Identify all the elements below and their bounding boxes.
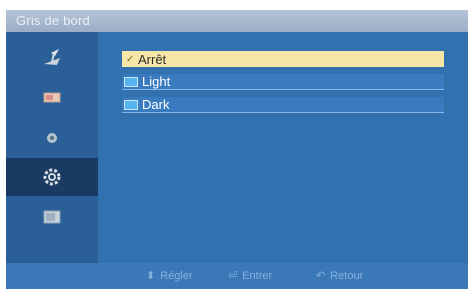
check-icon: ✓ xyxy=(126,53,135,65)
sidebar xyxy=(6,32,98,263)
osd-panel: Gris de bord ✓ Arrêt Light Dark ⬍ Régler… xyxy=(6,10,468,289)
sound-icon xyxy=(47,133,57,143)
updown-arrow-icon: ⬍ xyxy=(146,270,156,282)
hint-adjust: ⬍ Régler xyxy=(146,269,193,283)
sidebar-item-picture[interactable] xyxy=(6,78,98,116)
option-label: Dark xyxy=(142,97,170,112)
hint-label: Entrer xyxy=(242,269,273,282)
footer-hints: ⬍ Régler ⏎ Entrer ↶ Retour xyxy=(6,263,468,289)
options-pane: ✓ Arrêt Light Dark xyxy=(98,32,468,263)
hint-back: ↶ Retour xyxy=(316,269,364,283)
hint-label: Retour xyxy=(330,269,364,282)
sidebar-item-setup[interactable] xyxy=(6,158,98,196)
return-icon: ↶ xyxy=(316,270,326,282)
sidebar-item-input[interactable] xyxy=(6,38,98,76)
hint-enter: ⏎ Entrer xyxy=(228,269,273,283)
option-label: Light xyxy=(142,74,171,89)
sidebar-item-sound[interactable] xyxy=(6,118,98,156)
setup-gear-icon xyxy=(43,168,61,186)
option-light[interactable]: Light xyxy=(122,74,444,90)
hint-label: Régler xyxy=(160,269,193,282)
unselected-marker-icon xyxy=(124,99,138,110)
option-label: Arrêt xyxy=(138,51,167,67)
sidebar-item-multi[interactable] xyxy=(6,198,98,236)
picture-icon xyxy=(43,92,61,103)
menu-title: Gris de bord xyxy=(16,13,90,28)
enter-icon: ⏎ xyxy=(228,270,238,282)
unselected-marker-icon xyxy=(124,76,138,87)
title-bar: Gris de bord xyxy=(6,10,468,32)
input-antenna-icon xyxy=(44,49,60,65)
option-dark[interactable]: Dark xyxy=(122,97,444,113)
multi-control-icon xyxy=(43,210,61,224)
option-arret[interactable]: ✓ Arrêt xyxy=(122,51,444,67)
